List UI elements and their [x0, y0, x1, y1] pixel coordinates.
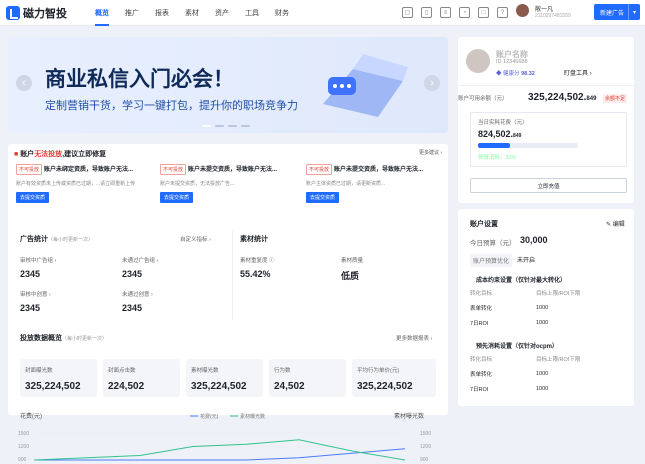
y-tick-label-right: 900	[420, 457, 429, 463]
y-tick-label: 1500	[18, 431, 29, 437]
spend-exposure-chart: 花费(元) 素材曝光数 花费(元) 素材曝光数 1500 1500 1200 1200…	[18, 412, 431, 463]
series-line-exposure[interactable]	[33, 439, 406, 461]
chart-left-axis-label: 花费(元)	[20, 412, 42, 420]
chart-right-axis-label: 素材曝光数	[394, 412, 424, 420]
y-tick-label-right: 1500	[420, 431, 431, 437]
legend-exposure: 素材曝光数	[240, 413, 265, 420]
y-tick-label: 900	[18, 457, 27, 463]
legend-spend: 花费(元)	[200, 413, 219, 420]
y-tick-label: 1200	[18, 444, 29, 450]
y-tick-label-right: 1200	[420, 444, 431, 450]
